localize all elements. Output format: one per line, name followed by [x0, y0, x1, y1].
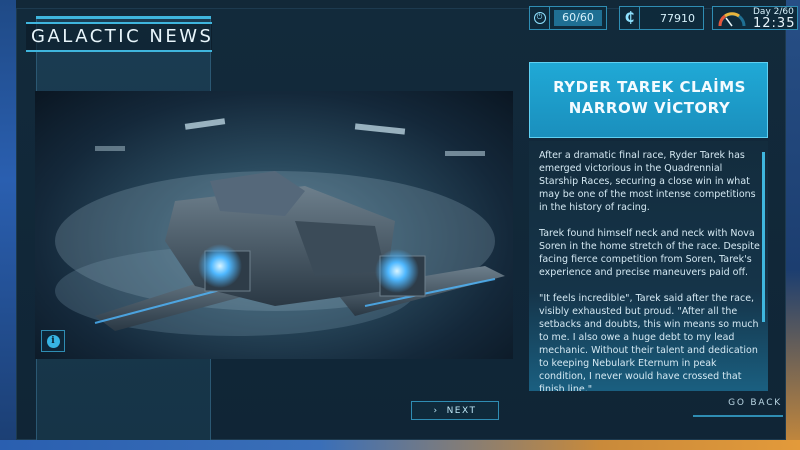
- credits-value: 77910: [660, 11, 695, 25]
- article-text: After a dramatic final race, Ryder Tarek…: [539, 149, 761, 391]
- energy-value: 60/60: [554, 10, 602, 26]
- article-body[interactable]: After a dramatic final race, Ryder Tarek…: [529, 141, 768, 391]
- article-headline: RYDER TAREK CLAİMS NARROW VİCTORY: [530, 77, 769, 119]
- article-paragraph: After a dramatic final race, Ryder Tarek…: [539, 150, 756, 213]
- go-back-button[interactable]: GO BACK: [712, 398, 782, 412]
- chevron-right-icon: ›: [433, 405, 439, 416]
- left-band-accent: [36, 16, 211, 19]
- article-paragraph: Tarek found himself neck and neck with N…: [539, 228, 760, 278]
- next-button[interactable]: › NEXT: [411, 401, 499, 420]
- headline-line-1: RYDER TAREK CLAİMS: [553, 78, 746, 96]
- credits-icon: ₵: [620, 7, 640, 29]
- info-button[interactable]: i: [41, 330, 65, 352]
- day-progress-gauge-icon: [718, 12, 746, 27]
- energy-icon: ⏻: [530, 7, 550, 29]
- article-paragraph: "It feels incredible", Tarek said after …: [539, 293, 759, 391]
- next-button-label: NEXT: [446, 405, 477, 416]
- energy-meter: ⏻ 60/60: [529, 6, 607, 30]
- go-back-underline: [693, 415, 783, 417]
- screen-title: GALACTIC NEWS: [31, 26, 214, 47]
- headline-line-2: NARROW VİCTORY: [568, 99, 731, 117]
- article-scrollbar[interactable]: [762, 152, 765, 322]
- clock-time: 12:35: [753, 16, 796, 31]
- starship-illustration: [55, 118, 505, 336]
- frame-edge-bottom: [0, 440, 800, 450]
- credits-meter: ₵ 77910: [619, 6, 704, 30]
- news-image: [35, 91, 513, 359]
- frame-edge-left: [0, 0, 16, 450]
- headline-box: RYDER TAREK CLAİMS NARROW VİCTORY: [529, 62, 768, 138]
- frame-edge-right: [786, 0, 800, 450]
- info-icon: i: [46, 334, 60, 348]
- day-time-panel: Day 2/60 12:35: [712, 6, 798, 31]
- game-frame: GALACTIC NEWS ⏻ 60/60 ₵ 77910 Day 2/60 1…: [0, 0, 800, 450]
